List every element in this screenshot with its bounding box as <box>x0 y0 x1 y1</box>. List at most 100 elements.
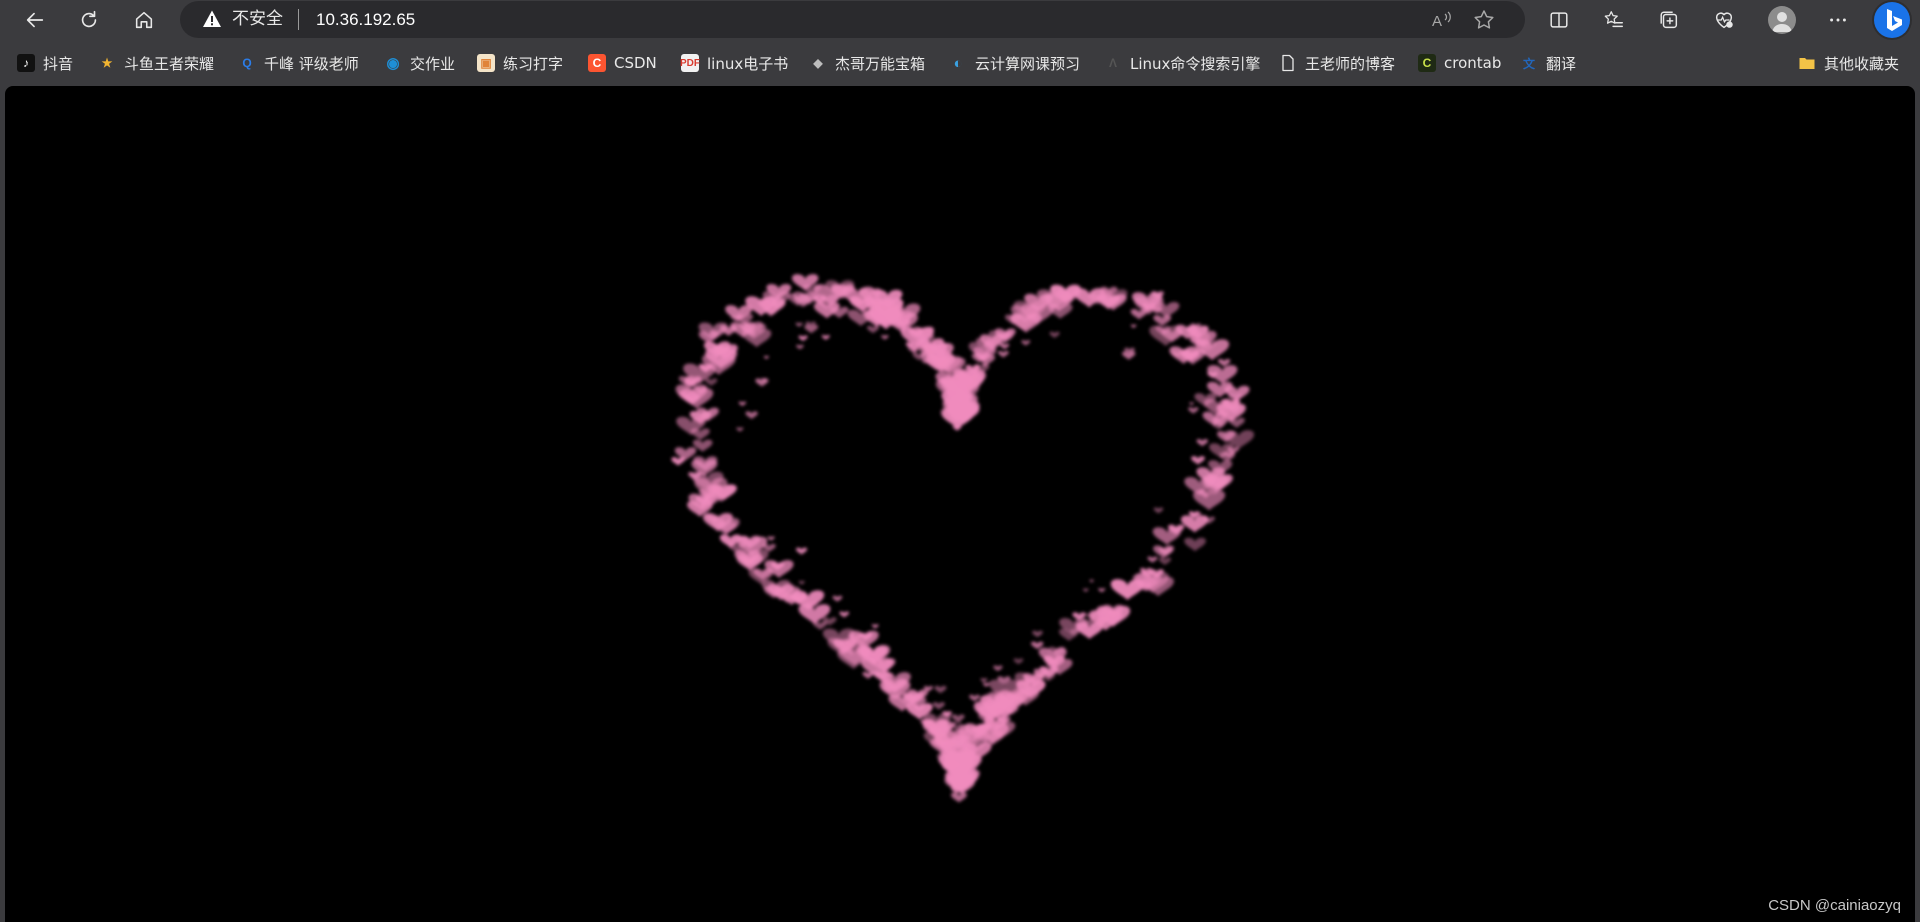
bookmark-douyin[interactable]: ♪ 抖音 <box>17 48 73 78</box>
bookmark-label: 杰哥万能宝箱 <box>835 54 926 73</box>
security-label[interactable]: 不安全 <box>232 9 283 30</box>
csdn-icon: C <box>588 54 606 72</box>
bookmark-csdn[interactable]: C CSDN <box>588 48 657 78</box>
heart-particle <box>999 343 1010 350</box>
heart-particle <box>745 411 758 419</box>
read-aloud-icon[interactable]: A <box>1430 8 1454 32</box>
bookmark-label: 云计算网课预习 <box>975 54 1081 73</box>
bookmark-teacher-blog[interactable]: 王老师的博客 <box>1279 48 1395 78</box>
heart-particle <box>1098 588 1106 593</box>
bookmark-label: 练习打字 <box>503 54 564 73</box>
heart-particle <box>821 335 830 340</box>
profile-avatar[interactable] <box>1768 6 1796 34</box>
heart-particle <box>871 624 879 629</box>
heart-particle <box>798 580 805 585</box>
bookmark-linux-ebook[interactable]: PDF linux电子书 <box>680 48 789 78</box>
heart-particle <box>980 678 988 683</box>
heart-particle <box>969 694 980 702</box>
warning-icon[interactable] <box>202 9 222 29</box>
bookmark-cloud-course[interactable]: ◐ 云计算网课预习 <box>949 48 1080 78</box>
heart-particle <box>866 325 880 334</box>
bookmark-qianfeng[interactable]: Q 千峰 评级老师 <box>238 48 359 78</box>
bookmark-treasure[interactable]: ◆ 杰哥万能宝箱 <box>809 48 925 78</box>
bookmark-homework[interactable]: ◉ 交作业 <box>384 48 455 78</box>
heart-particle <box>719 325 738 336</box>
heart-particle <box>767 536 775 541</box>
heart-particle <box>1188 407 1199 414</box>
crontab-icon: C <box>1418 54 1436 72</box>
bookmark-label: 抖音 <box>43 54 74 73</box>
bookmark-label: crontab <box>1444 54 1502 72</box>
heart-particle <box>934 685 947 694</box>
split-screen-button[interactable] <box>1543 4 1575 36</box>
csdn-watermark: CSDN @cainiaozyq <box>1768 897 1901 914</box>
favorite-star-icon[interactable] <box>1472 8 1496 32</box>
url-text[interactable]: 10.36.192.65 <box>316 9 415 30</box>
bookmark-label: 交作业 <box>410 54 456 73</box>
linux-search-icon: Λ <box>1108 56 1117 70</box>
bookmark-label: CSDN <box>614 54 657 72</box>
treasure-icon: ◆ <box>813 56 823 70</box>
heart-pulse-icon <box>1715 12 1733 29</box>
particle-heart-animation <box>671 274 1255 803</box>
heart-particle <box>705 378 718 386</box>
svg-text:A: A <box>1432 13 1442 30</box>
other-bookmarks-folder[interactable]: 其他收藏夹 <box>1798 48 1899 78</box>
collections-button[interactable] <box>1653 4 1685 36</box>
bookmark-linux-search[interactable]: Λ Linux命令搜索引擎 <box>1104 48 1260 78</box>
home-button[interactable] <box>128 4 160 36</box>
bookmark-crontab[interactable]: C crontab <box>1418 48 1501 78</box>
settings-more-button[interactable] <box>1822 4 1854 36</box>
more-horizontal-icon <box>1830 18 1846 22</box>
heart-particle <box>1083 588 1089 592</box>
heart-particle <box>1189 402 1194 406</box>
collections-icon <box>1660 11 1678 29</box>
bookmark-label: 斗鱼王者荣耀 <box>124 54 215 73</box>
browser-toolbar: 不安全 10.36.192.65 A <box>0 0 1920 40</box>
heart-particle <box>1153 507 1164 514</box>
favorites-button[interactable] <box>1598 4 1630 36</box>
browser-essentials-button[interactable] <box>1708 4 1740 36</box>
folder-icon <box>1798 54 1816 72</box>
heart-particle <box>839 611 850 618</box>
heart-particle <box>1191 456 1205 465</box>
bookmark-douyu[interactable]: ★ 斗鱼王者荣耀 <box>98 48 214 78</box>
refresh-icon <box>81 10 97 28</box>
page-content: CSDN @cainiaozyq <box>5 86 1915 922</box>
bookmark-typing[interactable]: ▣ 练习打字 <box>477 48 563 78</box>
back-button[interactable] <box>19 4 51 36</box>
page-icon <box>1279 54 1297 72</box>
heart-particle <box>736 427 744 432</box>
heart-particle <box>1032 630 1043 638</box>
bookmark-label: 王老师的博客 <box>1305 54 1396 73</box>
heart-particle <box>997 350 1009 358</box>
heart-particle <box>691 428 710 440</box>
heart-particle <box>1049 331 1060 338</box>
heart-particle <box>1196 439 1209 447</box>
address-bar[interactable]: 不安全 10.36.192.65 A <box>180 1 1525 38</box>
heart-particle <box>1089 579 1094 583</box>
translate-icon: 文 <box>1522 56 1535 71</box>
refresh-button[interactable] <box>73 4 105 36</box>
heart-particle <box>763 355 769 360</box>
heart-particle <box>1130 308 1148 320</box>
heart-particle <box>1031 641 1044 650</box>
home-icon <box>135 11 153 29</box>
heart-particle <box>795 547 808 555</box>
tiktok-icon: ♪ <box>17 54 35 72</box>
arrow-left-icon <box>26 12 44 28</box>
user-icon <box>1772 12 1792 32</box>
bookmark-label: 翻译 <box>1546 54 1577 73</box>
heart-particle <box>1153 545 1175 559</box>
heart-particle <box>738 401 747 407</box>
heart-particle <box>796 344 804 350</box>
heart-particle <box>993 665 1003 672</box>
cloud-course-icon: ◐ <box>953 54 963 72</box>
homework-icon: ◉ <box>386 55 400 72</box>
bookmark-label: 千峰 评级老师 <box>264 54 359 73</box>
bookmark-label: linux电子书 <box>707 54 789 73</box>
heart-particle <box>798 335 808 342</box>
bing-copilot-button[interactable] <box>1874 2 1910 38</box>
bookmark-translate[interactable]: 文 翻译 <box>1520 48 1576 78</box>
heart-particle <box>1147 556 1158 563</box>
